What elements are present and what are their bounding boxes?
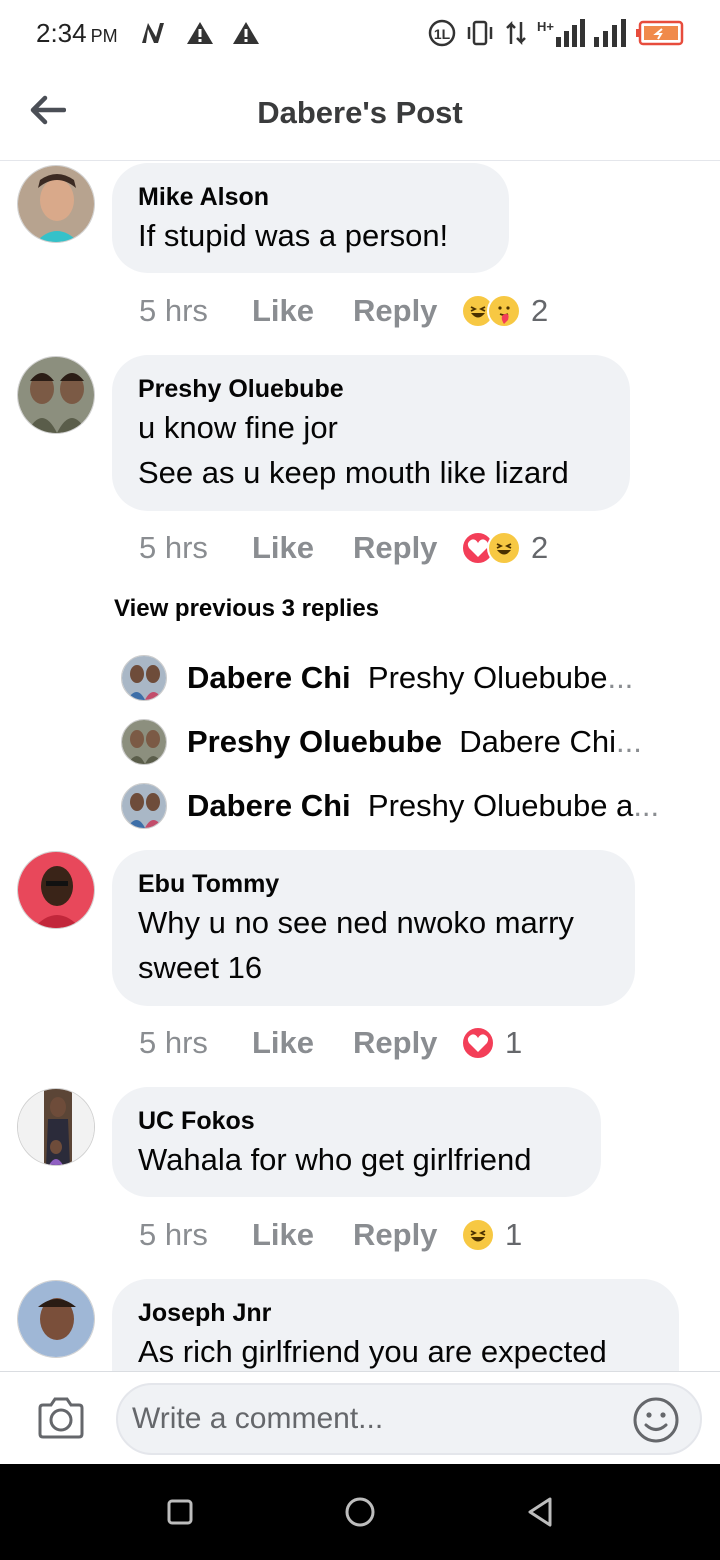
- comment-bubble[interactable]: Mike Alson If stupid was a person!: [112, 163, 509, 273]
- comments-feed[interactable]: Mike Alson If stupid was a person! 5 hrs…: [0, 161, 720, 1371]
- comment-author[interactable]: Mike Alson: [138, 181, 481, 213]
- comment-text: If stupid was a person!: [138, 218, 449, 253]
- reply-author[interactable]: Dabere Chi: [187, 788, 351, 823]
- comment-text: u know fine jor: [138, 410, 338, 445]
- reaction-count: 1: [505, 1025, 523, 1060]
- like-button[interactable]: Like: [252, 1217, 353, 1253]
- avatar[interactable]: [17, 1280, 95, 1358]
- back-arrow-icon: [30, 95, 66, 125]
- comment-time: 5 hrs: [139, 1025, 208, 1060]
- data-saver-icon: 1L: [428, 19, 456, 47]
- reaction-count: 2: [531, 530, 549, 565]
- haha-reaction-icon: [487, 531, 521, 565]
- avatar[interactable]: [121, 655, 167, 701]
- reply-author[interactable]: Dabere Chi: [187, 660, 351, 695]
- reactions-summary[interactable]: 1: [461, 1217, 522, 1253]
- back-button[interactable]: [28, 90, 68, 130]
- data-transfer-icon: [506, 20, 526, 46]
- view-previous-replies-link[interactable]: View previous 3 replies: [114, 595, 379, 623]
- comment-composer: [0, 1371, 720, 1464]
- comment-text: Wahala for who get girlfriend: [138, 1142, 532, 1177]
- haha-reaction-icon: [461, 1218, 495, 1252]
- comment-bubble[interactable]: Joseph Jnr As rich girlfriend you are ex…: [112, 1279, 679, 1371]
- comment-time: 5 hrs: [139, 530, 208, 565]
- comment-time: 5 hrs: [139, 293, 208, 328]
- status-time: 2:34 PM: [36, 17, 118, 48]
- page-title: Dabere's Post: [257, 95, 463, 130]
- comment-actions: 5 hrs Like Reply 2: [139, 528, 548, 568]
- back-nav-button[interactable]: [522, 1494, 558, 1530]
- system-nav-bar: [0, 1464, 720, 1560]
- vibrate-icon: [467, 20, 493, 46]
- comment-bubble[interactable]: Preshy Oluebube u know fine jor See as u…: [112, 355, 630, 511]
- status-bar: 2:34 PM 1L H+: [0, 0, 720, 66]
- home-button[interactable]: [342, 1494, 378, 1530]
- reply-row[interactable]: Preshy Oluebube Dabere Chi...: [121, 718, 701, 766]
- reaction-count: 1: [505, 1217, 523, 1252]
- reactions-summary[interactable]: 2: [461, 530, 548, 566]
- reply-ellipsis: ...: [633, 788, 660, 823]
- comment-author[interactable]: UC Fokos: [138, 1105, 573, 1137]
- nfc-icon: [141, 23, 164, 43]
- comment-bubble[interactable]: UC Fokos Wahala for who get girlfriend: [112, 1087, 601, 1197]
- reply-ellipsis: ...: [607, 660, 634, 695]
- reply-author[interactable]: Preshy Oluebube: [187, 724, 442, 759]
- camera-button[interactable]: [36, 1396, 86, 1440]
- recents-button[interactable]: [162, 1494, 198, 1530]
- reactions-summary[interactable]: 1: [461, 1025, 522, 1061]
- comment-input[interactable]: [116, 1383, 702, 1455]
- like-button[interactable]: Like: [252, 293, 353, 329]
- reply-button[interactable]: Reply: [353, 1025, 461, 1061]
- warning-icon-2: [232, 22, 259, 44]
- comment-author[interactable]: Joseph Jnr: [138, 1297, 651, 1329]
- avatar[interactable]: [17, 356, 95, 434]
- love-reaction-icon: [461, 1026, 495, 1060]
- comment-time: 5 hrs: [139, 1217, 208, 1252]
- reply-button[interactable]: Reply: [353, 530, 461, 566]
- post-header: Dabere's Post: [0, 66, 720, 161]
- circle-icon: [345, 1497, 375, 1527]
- emoji-button[interactable]: [632, 1396, 680, 1444]
- reply-row[interactable]: Dabere Chi Preshy Oluebube...: [121, 654, 701, 702]
- svg-text:1L: 1L: [434, 26, 451, 42]
- reaction-count: 2: [531, 293, 549, 328]
- signal-icon-2: [594, 19, 626, 47]
- reactions-summary[interactable]: 2: [461, 293, 548, 329]
- signal-icon: [556, 19, 585, 47]
- comment-actions: 5 hrs Like Reply 1: [139, 1215, 522, 1255]
- comment-author[interactable]: Preshy Oluebube: [138, 373, 602, 405]
- like-button[interactable]: Like: [252, 1025, 353, 1061]
- reply-ellipsis: ...: [616, 724, 642, 759]
- comment-author[interactable]: Ebu Tommy: [138, 868, 607, 900]
- smiley-icon: [633, 1397, 679, 1443]
- comment-bubble[interactable]: Ebu Tommy Why u no see ned nwoko marry s…: [112, 850, 635, 1006]
- warning-icon: [186, 22, 213, 44]
- comment-actions: 5 hrs Like Reply 1: [139, 1023, 522, 1063]
- triangle-back-icon: [528, 1497, 552, 1527]
- care-reaction-icon: [487, 294, 521, 328]
- comment-text: As rich girlfriend you are expected: [138, 1334, 607, 1369]
- reply-button[interactable]: Reply: [353, 1217, 461, 1253]
- battery-icon: [636, 20, 684, 46]
- reply-text: Dabere Chi: [459, 724, 617, 759]
- comment-text: See as u keep mouth like lizard: [138, 455, 569, 490]
- reply-text: Preshy Oluebube a: [367, 788, 634, 823]
- comment-text: Why u no see ned nwoko marry: [138, 905, 574, 940]
- network-type: H+: [537, 19, 586, 47]
- like-button[interactable]: Like: [252, 530, 353, 566]
- reply-text: Preshy Oluebube: [367, 660, 608, 695]
- square-icon: [167, 1499, 193, 1525]
- avatar[interactable]: [17, 165, 95, 243]
- camera-icon: [38, 1397, 84, 1439]
- comment-text: sweet 16: [138, 950, 263, 985]
- reply-button[interactable]: Reply: [353, 293, 461, 329]
- avatar[interactable]: [17, 851, 95, 929]
- comment-actions: 5 hrs Like Reply 2: [139, 291, 548, 331]
- reply-row[interactable]: Dabere Chi Preshy Oluebube a...: [121, 782, 701, 830]
- avatar[interactable]: [121, 783, 167, 829]
- avatar[interactable]: [17, 1088, 95, 1166]
- avatar[interactable]: [121, 719, 167, 765]
